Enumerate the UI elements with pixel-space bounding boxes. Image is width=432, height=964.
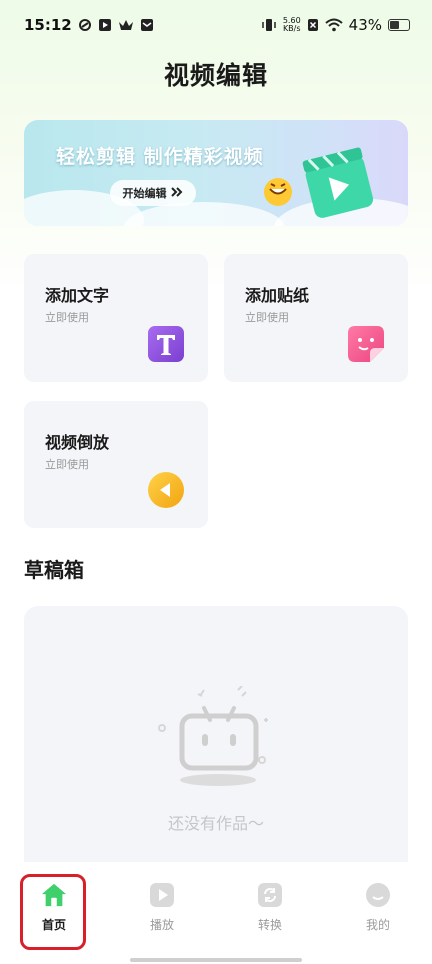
clapperboard-illustration	[264, 147, 374, 218]
feature-subtitle: 立即使用	[245, 311, 289, 324]
app-notification-icon	[78, 18, 92, 32]
feature-title: 添加文字	[45, 286, 110, 305]
reverse-play-icon	[148, 472, 184, 508]
battery-level	[390, 21, 399, 29]
empty-tv-icon	[158, 686, 268, 786]
nav-label: 首页	[41, 918, 66, 932]
drafts-panel: 还没有作品～	[24, 606, 408, 876]
wifi-icon	[324, 18, 343, 32]
start-editing-button[interactable]: 开始编辑	[110, 180, 196, 206]
status-right: 5.60 KB/s 43%	[261, 16, 410, 34]
status-left: 15:12	[24, 16, 154, 34]
feature-card-add-text[interactable]: 添加文字 立即使用	[24, 254, 208, 382]
banner-headline: 轻松剪辑 制作精彩视频	[56, 146, 264, 168]
text-t-icon	[148, 326, 184, 362]
feature-title: 视频倒放	[45, 433, 110, 452]
feature-title: 添加贴纸	[245, 286, 310, 305]
bottom-nav: 首页 播放 转换 我的	[0, 862, 432, 964]
feature-subtitle: 立即使用	[45, 458, 89, 471]
feature-subtitle: 立即使用	[45, 311, 89, 324]
feature-card-reverse-video[interactable]: 视频倒放 立即使用	[24, 401, 208, 528]
battery-icon	[388, 19, 410, 31]
video-app-icon	[98, 18, 112, 32]
double-chevron-right-icon	[170, 186, 184, 200]
nav-play[interactable]: 播放	[132, 882, 192, 944]
home-icon	[41, 882, 67, 908]
nav-convert[interactable]: 转换	[240, 882, 300, 944]
network-speed: 5.60 KB/s	[283, 17, 301, 33]
nav-label: 我的	[365, 918, 390, 932]
page-title: 视频编辑	[163, 61, 268, 90]
sim-off-icon	[307, 18, 319, 32]
network-speed-unit: KB/s	[282, 24, 301, 33]
sticker-icon	[348, 326, 384, 362]
home-indicator	[130, 958, 302, 962]
play-icon	[149, 882, 175, 908]
battery-percent: 43%	[348, 16, 382, 34]
message-app-icon	[140, 18, 154, 32]
empty-drafts-text: 还没有作品～	[167, 814, 264, 833]
start-editing-label: 开始编辑	[122, 187, 167, 200]
nav-label: 播放	[149, 918, 174, 932]
profile-icon	[365, 882, 391, 908]
crown-icon	[118, 18, 134, 32]
convert-icon	[257, 882, 283, 908]
nav-home[interactable]: 首页	[20, 874, 86, 950]
nav-profile[interactable]: 我的	[348, 882, 408, 944]
promo-banner[interactable]: 轻松剪辑 制作精彩视频 开始编辑	[24, 120, 408, 226]
status-time: 15:12	[24, 16, 72, 34]
vibrate-icon	[261, 18, 277, 32]
feature-card-add-sticker[interactable]: 添加贴纸 立即使用	[224, 254, 408, 382]
status-bar: 15:12 5.60 KB/s 43%	[0, 0, 432, 50]
drafts-section-title: 草稿箱	[24, 558, 84, 582]
nav-label: 转换	[257, 918, 282, 932]
